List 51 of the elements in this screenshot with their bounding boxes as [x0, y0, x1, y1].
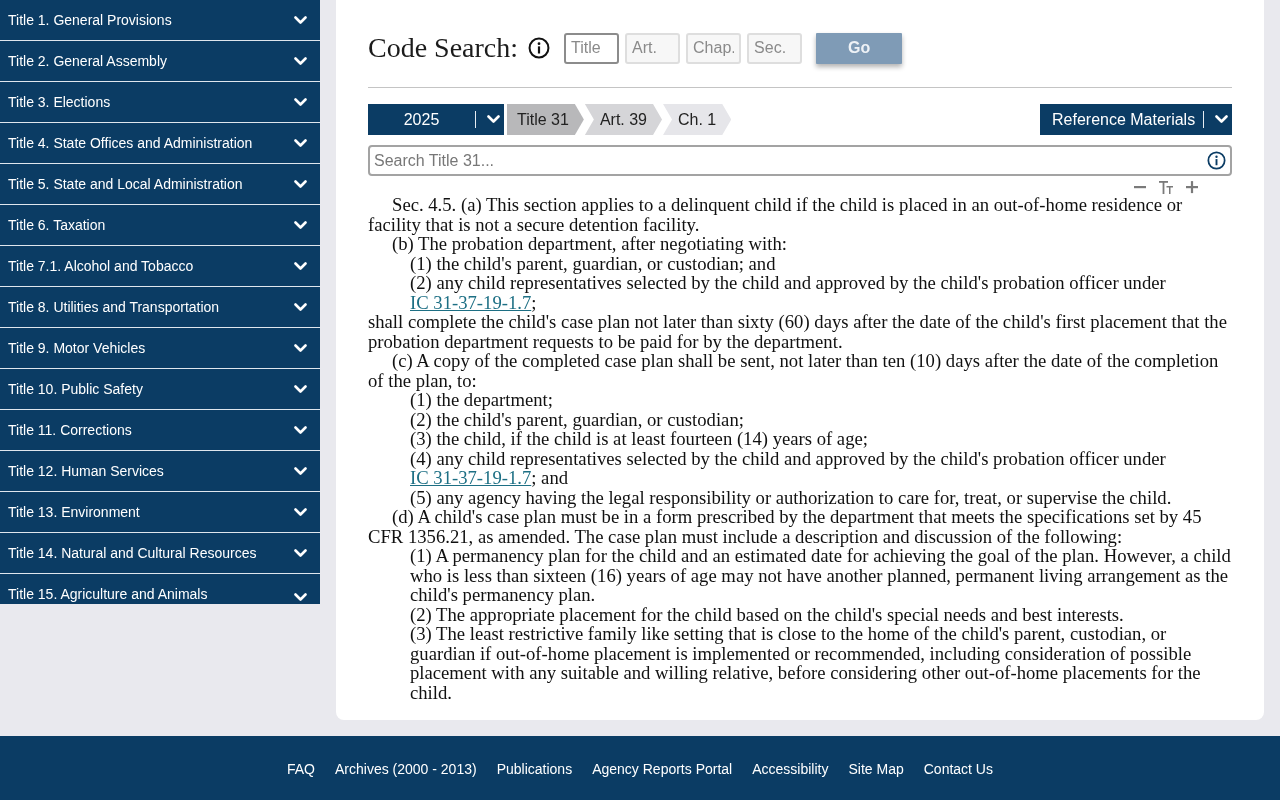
sidebar-item[interactable]: Title 11. Corrections: [0, 410, 320, 451]
statute-paragraph: (1) the child's parent, guardian, or custodian; and: [410, 253, 777, 273]
sidebar-item[interactable]: Title 14. Natural and Cultural Resources: [0, 533, 320, 574]
statute-paragraph: (d) A child's case plan must be in a form prescribed by the department that meets the specifications set by 45 CFR 1356.21, as amended. The case plan must include a description and discussion of the following:: [368, 507, 1203, 546]
statute-paragraph: (2) the child's parent, guardian, or custodian;: [409, 409, 745, 429]
footer-link[interactable]: Site Map: [848, 760, 904, 778]
sidebar-item[interactable]: Title 12. Human Services: [0, 451, 320, 492]
footer-link[interactable]: FAQ: [287, 760, 315, 778]
footer-link[interactable]: Agency Reports Portal: [592, 760, 733, 778]
footer-link[interactable]: Contact Us: [923, 760, 993, 778]
info-icon[interactable]: [1207, 151, 1226, 170]
breadcrumb-item[interactable]: Art. 39: [584, 104, 662, 135]
sidebar-item[interactable]: Title 7.1. Alcohol and Tobacco: [0, 246, 320, 287]
sidebar-item[interactable]: Title 6. Taxation: [0, 205, 320, 246]
footer-link[interactable]: Archives (2000 - 2013): [335, 760, 477, 778]
sidebar-item[interactable]: Title 3. Elections: [0, 82, 320, 123]
text-size-icon[interactable]: [1158, 179, 1174, 195]
chevron-down-icon: [1214, 115, 1228, 124]
footer-link[interactable]: Publications: [496, 760, 573, 778]
statute-paragraph: (2) any child representatives selected by the child and approved by the child's probation officer under IC 31-37-19-1.7;: [409, 273, 1167, 312]
search-field[interactable]: Search Title 31...: [368, 145, 1232, 176]
breadcrumb-item[interactable]: Title 31: [507, 104, 584, 135]
code-search-title: Code Search:: [368, 32, 519, 64]
statute-paragraph: (2) The appropriate placement for the child based on the child's special needs and best interests.: [409, 604, 1125, 624]
info-icon[interactable]: [528, 37, 551, 59]
sidebar-item[interactable]: Title 4. State Offices and Administration: [0, 123, 320, 164]
statute-paragraph: (1) A permanency plan for the child and an estimated date for achieving the goal of the plan. However, a child who is less than sixteen (16) years of age may not have another planned, permanent living arrangement as the child's permanency plan.: [410, 546, 1232, 605]
statute-paragraph: (3) The least restrictive family like setting that is close to the home of the child's parent, custodian, or guardian if out-of-home placement is implemented or recommended, including consideration of possible placement with any suitable and willing relative, before considering other out-of-home placements for the child.: [409, 624, 1202, 702]
sidebar-item[interactable]: Title 8. Utilities and Transportation: [0, 287, 320, 328]
statute-paragraph: (4) any child representatives selected by the child and approved by the child's probation officer under IC 31-37-19-1.7; and: [409, 448, 1167, 488]
code-input-field[interactable]: Title: [564, 32, 620, 64]
sidebar-item[interactable]: Title 13. Environment: [0, 492, 320, 533]
statute-paragraph: (c) A copy of the completed case plan shall be sent, not later than ten (10) days after the date of the completion of the plan, to:: [368, 351, 1220, 390]
statute-paragraph: Sec. 4.5. (a) This section applies to a delinquent child if the child is placed in an out-of-home residence or facility that is not a secure detention facility.: [368, 195, 1184, 234]
statute-paragraph: (3) the child, if the child is at least fourteen (14) years of age;: [409, 429, 869, 449]
sidebar-item[interactable]: Title 10. Public Safety: [0, 369, 320, 410]
statute-paragraph: (1) the department;: [409, 390, 554, 410]
sidebar-item[interactable]: Title 1. General Provisions: [0, 0, 320, 41]
reference-materials-select[interactable]: Reference Materials: [1040, 104, 1232, 135]
breadcrumb-item[interactable]: Ch. 1: [663, 104, 732, 135]
sidebar-item[interactable]: Title 15. Agriculture and Animals: [0, 574, 320, 604]
sidebar-item[interactable]: Title 2. General Assembly: [0, 41, 320, 82]
year-select[interactable]: 2025: [368, 104, 504, 135]
statute-paragraph: (5) any agency having the legal responsibility or authorization to care for, treat, or supervise the child.: [409, 487, 1173, 507]
footer-link[interactable]: Accessibility: [752, 760, 829, 778]
statute-paragraph: shall complete the child's case plan not later than sixty (60) days after the date of the child's first placement that the probation department requests to be paid for by the department.: [368, 312, 1228, 351]
statute-paragraph: (b) The probation department, after negotiating with:: [392, 234, 788, 254]
sidebar-item[interactable]: Title 9. Motor Vehicles: [0, 328, 320, 369]
chevron-down-icon: [486, 115, 500, 124]
sidebar-item[interactable]: Title 5. State and Local Administration: [0, 164, 320, 205]
plus-icon[interactable]: [1184, 179, 1200, 195]
